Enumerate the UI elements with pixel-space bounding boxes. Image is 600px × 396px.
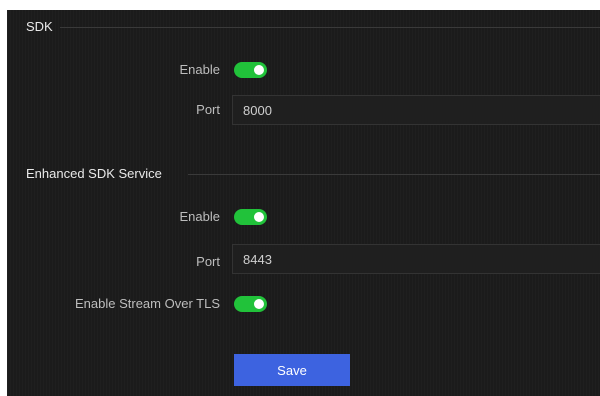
sdk-port-label: Port [196,102,220,117]
stream-over-tls-toggle[interactable] [234,296,267,312]
stream-over-tls-label: Enable Stream Over TLS [75,296,220,311]
sdk-section-title: SDK [26,19,53,34]
enhanced-enable-label: Enable [179,209,220,224]
sdk-section-divider [60,27,600,28]
enhanced-port-label: Port [196,254,220,269]
enhanced-sdk-section-divider [188,174,600,175]
sdk-enable-label: Enable [179,62,220,77]
enhanced-port-input[interactable] [232,244,600,274]
settings-panel: SDK Enable Port Enhanced SDK Service Ena… [7,10,600,396]
toggle-knob [254,212,264,222]
enhanced-enable-toggle[interactable] [234,209,267,225]
enhanced-sdk-section-title: Enhanced SDK Service [26,166,162,181]
toggle-knob [254,65,264,75]
toggle-knob [254,299,264,309]
save-button[interactable]: Save [234,354,350,386]
sdk-port-input[interactable] [232,95,600,125]
sdk-enable-toggle[interactable] [234,62,267,78]
